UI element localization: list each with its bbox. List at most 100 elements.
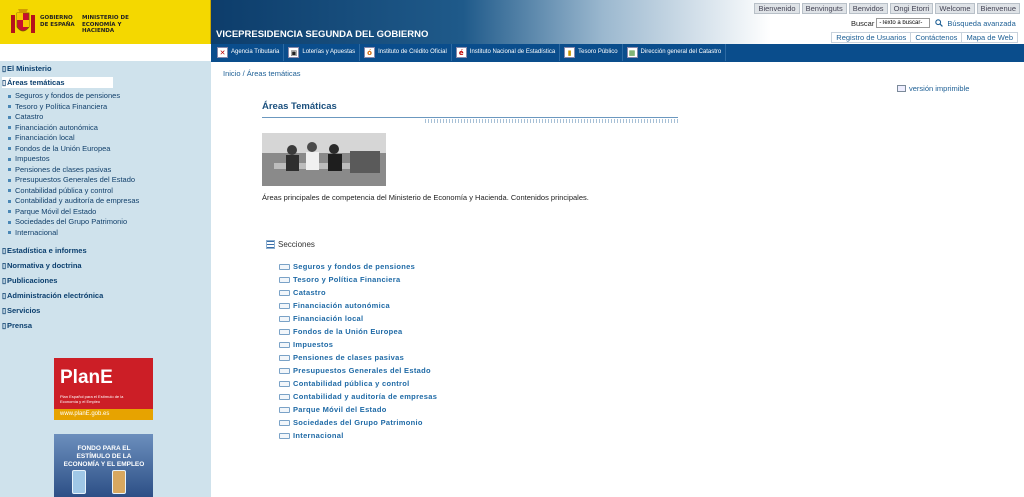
cadastre-icon: ▦	[626, 47, 638, 58]
arrow-link-icon	[279, 263, 290, 270]
section-link[interactable]: Pensiones de clases pasivas	[279, 353, 404, 362]
lang-gl[interactable]: Benvidos	[848, 3, 888, 14]
sidebar-section-normativa[interactable]: ▯Normativa y doctrina	[2, 261, 82, 270]
bullet-icon	[8, 126, 11, 130]
search-bar: Buscar Búsqueda avanzada	[851, 18, 1016, 28]
meeting-photo	[262, 133, 386, 186]
bullet-icon	[8, 115, 11, 119]
sidebar-item[interactable]: Contabilidad y auditoría de empresas	[8, 196, 139, 205]
section-link[interactable]: Tesoro y Política Financiera	[279, 275, 400, 284]
nav-catastro[interactable]: ▦ Dirección general del Catastro	[623, 44, 727, 61]
section-link[interactable]: Impuestos	[279, 340, 333, 349]
sidebar-section-servicios[interactable]: ▯Servicios	[2, 306, 40, 315]
print-version-link[interactable]: versión imprimible	[897, 84, 969, 93]
bullet-icon	[8, 199, 11, 203]
sidebar-item[interactable]: Tesoro y Política Financiera	[8, 102, 107, 111]
lang-es[interactable]: Bienvenido	[754, 3, 800, 14]
ministerio-label: MINISTERIO DE ECONOMÍA Y HACIENDA	[82, 15, 129, 34]
sidebar-item[interactable]: Seguros y fondos de pensiones	[8, 91, 120, 100]
lang-ca[interactable]: Benvinguts	[801, 3, 847, 14]
arrow-link-icon	[279, 406, 290, 413]
arrow-link-icon	[279, 367, 290, 374]
sections-heading: Secciones	[266, 240, 315, 249]
ine-icon: é	[455, 47, 467, 58]
lottery-icon: ▣	[288, 47, 300, 58]
treasury-icon: ▮	[564, 47, 576, 58]
arrow-link-icon	[279, 419, 290, 426]
nav-loterias[interactable]: ▣ Loterías y Apuestas	[284, 44, 361, 61]
section-link[interactable]: Seguros y fondos de pensiones	[279, 262, 415, 271]
government-logo[interactable]: GOBIERNO DE ESPAÑA MINISTERIO DE ECONOMÍ…	[0, 0, 211, 44]
nav-ico[interactable]: ó Instituto de Crédito Oficial	[360, 44, 452, 61]
search-input[interactable]	[876, 18, 931, 28]
section-link[interactable]: Financiación local	[279, 314, 363, 323]
lang-fr[interactable]: Bienvenue	[976, 3, 1020, 14]
section-link[interactable]: Parque Móvil del Estado	[279, 405, 387, 414]
lang-en[interactable]: Welcome	[935, 3, 975, 14]
section-link[interactable]: Contabilidad pública y control	[279, 379, 410, 388]
sidebar-item[interactable]: Sociedades del Grupo Patrimonio	[8, 217, 127, 226]
register-link[interactable]: Registro de Usuarios	[832, 33, 912, 42]
gobierno-label: GOBIERNO DE ESPAÑA	[40, 15, 75, 28]
sidebar-section-estadistica[interactable]: ▯Estadística e informes	[2, 246, 87, 255]
sidebar-section-administracion[interactable]: ▯Administración electrónica	[2, 291, 103, 300]
plane-url: www.planE.gob.es	[54, 409, 153, 420]
search-label: Buscar	[851, 18, 875, 28]
arrow-link-icon	[279, 432, 290, 439]
printer-icon	[897, 85, 906, 92]
bullet-icon	[8, 94, 11, 98]
plane-subtitle: Plan Español para el Estímulo de la Econ…	[60, 394, 124, 404]
header: GOBIERNO DE ESPAÑA MINISTERIO DE ECONOMÍ…	[0, 0, 1024, 44]
sidebar-item[interactable]: Financiación local	[8, 133, 75, 142]
bullet-icon	[8, 147, 11, 151]
section-link[interactable]: Catastro	[279, 288, 326, 297]
plane-title: PlanE	[60, 367, 113, 388]
sidebar-item[interactable]: Fondos de la Unión Europea	[8, 144, 110, 153]
fondo-title: FONDO PARA EL ESTÍMULO DE LA ECONOMÍA Y …	[63, 445, 145, 468]
sidebar-item[interactable]: Internacional	[8, 228, 58, 237]
sidebar-item[interactable]: Presupuestos Generales del Estado	[8, 175, 135, 184]
arrow-link-icon	[279, 354, 290, 361]
section-link[interactable]: Sociedades del Grupo Patrimonio	[279, 418, 423, 427]
sidebar-item[interactable]: Pensiones de clases pasivas	[8, 165, 111, 174]
search-icon[interactable]	[935, 19, 944, 27]
arrow-link-icon	[279, 315, 290, 322]
section-link[interactable]: Contabilidad y auditoría de empresas	[279, 392, 437, 401]
sidebar-item[interactable]: Contabilidad pública y control	[8, 186, 113, 195]
language-selector: Bienvenido Benvinguts Benvidos Ongi Etor…	[754, 3, 1020, 14]
section-link[interactable]: Presupuestos Generales del Estado	[279, 366, 431, 375]
institutions-nav: ✕ Agencia Tributaria ▣ Loterías y Apuestas…	[211, 44, 1024, 61]
arrow-link-icon	[279, 328, 290, 335]
bullet-icon	[8, 178, 11, 182]
sidebar-item[interactable]: Financiación autonómica	[8, 123, 98, 132]
top-links: Registro de Usuarios Contáctenos Mapa de…	[831, 32, 1018, 43]
sitemap-link[interactable]: Mapa de Web	[962, 33, 1017, 42]
nav-tesoro[interactable]: ▮ Tesoro Público	[560, 44, 623, 61]
sidebar-section-areas[interactable]: ▯Áreas temáticas	[2, 77, 113, 88]
bullet-icon	[8, 220, 11, 224]
advanced-search-link[interactable]: Búsqueda avanzada	[947, 19, 1015, 28]
arrow-link-icon	[279, 276, 290, 283]
sidebar-section-prensa[interactable]: ▯Prensa	[2, 321, 32, 330]
section-link[interactable]: Financiación autonómica	[279, 301, 390, 310]
sidebar-item[interactable]: Impuestos	[8, 154, 50, 163]
sidebar-section-ministerio[interactable]: ▯El Ministerio	[2, 64, 52, 73]
fondo-estimulo-banner[interactable]: FONDO PARA EL ESTÍMULO DE LA ECONOMÍA Y …	[54, 434, 153, 497]
sidebar-section-publicaciones[interactable]: ▯Publicaciones	[2, 276, 57, 285]
breadcrumb[interactable]: Inicio / Áreas temáticas	[223, 69, 301, 78]
nav-ine[interactable]: é Instituto Nacional de Estadística	[452, 44, 561, 61]
section-link[interactable]: Fondos de la Unión Europea	[279, 327, 402, 336]
section-link[interactable]: Internacional	[279, 431, 344, 440]
page-title: Áreas Temáticas	[262, 101, 337, 112]
sidebar-item[interactable]: Parque Móvil del Estado	[8, 207, 96, 216]
lang-eu[interactable]: Ongi Etorri	[889, 3, 934, 14]
arrow-link-icon	[279, 393, 290, 400]
bullet-icon	[8, 231, 11, 235]
title-underline	[262, 117, 678, 118]
sidebar-item[interactable]: Catastro	[8, 112, 43, 121]
nav-agencia-tributaria[interactable]: ✕ Agencia Tributaria	[213, 44, 285, 61]
contact-link[interactable]: Contáctenos	[911, 33, 963, 42]
plane-banner[interactable]: PlanE Plan Español para el Estímulo de l…	[54, 358, 153, 420]
jar-icon	[72, 470, 86, 494]
title-dotted-rule	[425, 119, 678, 123]
